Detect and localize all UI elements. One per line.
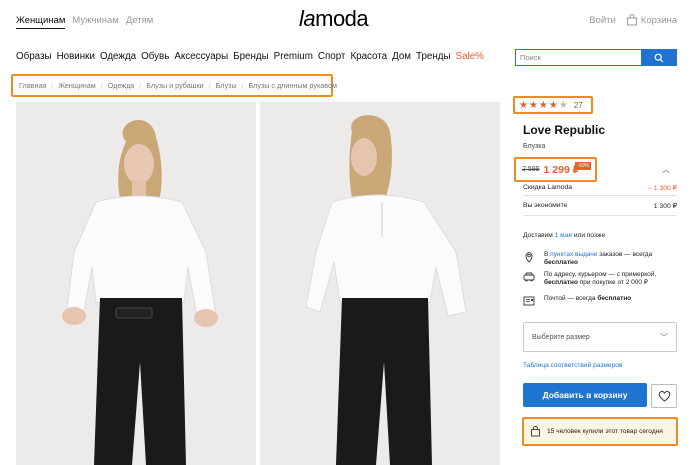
shopping-bag-icon — [531, 426, 540, 437]
size-table-link[interactable]: Таблица соответствий размеров — [523, 362, 622, 369]
search-input[interactable]: Поиск — [516, 50, 641, 65]
car-icon — [523, 272, 535, 282]
breadcrumb-long-sleeve[interactable]: Блузы с длинным рукавом — [249, 81, 337, 90]
heart-icon — [658, 390, 670, 402]
add-to-cart-button[interactable]: Добавить в корзину — [523, 383, 647, 407]
search-icon — [654, 53, 663, 62]
main-nav: Образы Новинки Одежда Обувь Аксессуары Б… — [16, 51, 484, 62]
breadcrumb-separator: / — [100, 81, 103, 90]
gender-tabs: Женщинам Мужчинам Детям — [16, 15, 153, 29]
delivery-suffix: или позже — [573, 232, 606, 239]
breadcrumb-home[interactable]: Главная — [19, 81, 46, 90]
delivery-option-pickup: В пунктах выдачи заказов — всегда бесплат… — [523, 251, 683, 267]
favorite-button[interactable] — [651, 384, 677, 408]
divider — [523, 215, 677, 216]
breadcrumb-women[interactable]: Женщинам — [58, 81, 95, 90]
savings-label: Вы экономите — [523, 202, 568, 209]
savings-value: 1 300 ₽ — [653, 203, 677, 210]
size-select-placeholder: Выберите размер — [532, 333, 590, 341]
breadcrumb-blouses[interactable]: Блузы — [216, 81, 237, 90]
nav-item-brands[interactable]: Бренды — [233, 51, 269, 62]
delivery-prefix: Доставим — [523, 232, 553, 239]
product-rating[interactable]: ★★★★★ 27 — [513, 96, 593, 114]
nav-item-new[interactable]: Новинки — [57, 51, 95, 62]
post-text: Почтой — всегда — [544, 295, 596, 302]
old-price: 2 599 — [522, 166, 540, 173]
post-free: бесплатно — [597, 295, 632, 302]
breadcrumb: Главная / Женщинам / Одежда / Блузы и рубаш… — [11, 74, 337, 97]
product-photo-front[interactable] — [16, 102, 256, 465]
header-actions: Войти Корзина — [589, 14, 677, 26]
nav-item-accessories[interactable]: Аксессуары — [174, 51, 228, 62]
login-link[interactable]: Войти — [589, 15, 616, 26]
delivery-date: Доставим 1 мая или позже — [523, 232, 605, 239]
discount-badge: -50% — [575, 162, 591, 170]
tab-men[interactable]: Мужчинам — [72, 15, 118, 29]
nav-item-trends[interactable]: Тренды — [416, 51, 451, 62]
bag-icon — [626, 14, 637, 26]
nav-item-clothes[interactable]: Одежда — [100, 51, 136, 62]
pickup-text: заказов — всегда — [599, 251, 653, 258]
courier-tail: при покупке от 2 000 ₽ — [579, 279, 648, 286]
nav-item-premium[interactable]: Premium — [274, 51, 313, 62]
search-button[interactable] — [641, 50, 676, 65]
pickup-free: бесплатно — [544, 259, 578, 266]
product-photo-back[interactable] — [260, 102, 500, 465]
discount-value: – 1 300 ₽ — [648, 185, 677, 192]
breadcrumb-separator: / — [139, 81, 142, 90]
search-bar: Поиск — [515, 49, 677, 66]
nav-item-beauty[interactable]: Красота — [350, 51, 387, 62]
top-bar: Женщинам Мужчинам Детям lamoda Войти Кор… — [0, 0, 695, 40]
breadcrumb-clothes[interactable]: Одежда — [108, 81, 135, 90]
breadcrumb-separator: / — [208, 81, 211, 90]
courier-text: По адресу, курьером — с примеркой, — [544, 271, 657, 278]
current-price: 1 299 ₽ — [543, 163, 580, 176]
size-select[interactable]: Выберите размер ﹀ — [523, 322, 677, 352]
filled-stars: ★★★★ — [519, 99, 559, 111]
nav-item-sale[interactable]: Sale% — [456, 51, 484, 62]
review-count: 27 — [573, 100, 583, 110]
popularity-text: 15 человек купили этот товар сегодня — [547, 428, 663, 435]
courier-free: бесплатно — [544, 279, 578, 286]
breadcrumb-separator: / — [241, 81, 244, 90]
tab-kids[interactable]: Детям — [126, 15, 153, 29]
breadcrumb-separator: / — [51, 81, 54, 90]
model-back-image — [260, 102, 500, 465]
cart-label: Корзина — [640, 14, 677, 26]
rating-stars: ★★★★★ — [519, 100, 569, 111]
delivery-date-link[interactable]: 1 мая — [555, 232, 572, 239]
delivery-option-post: Почтой — всегда бесплатно — [523, 295, 683, 307]
nav-item-shoes[interactable]: Обувь — [141, 51, 169, 62]
nav-item-sport[interactable]: Спорт — [318, 51, 346, 62]
chevron-down-icon: ﹀ — [660, 332, 668, 342]
popularity-notice: 15 человек купили этот товар сегодня — [522, 417, 678, 446]
lamoda-logo[interactable]: lamoda — [299, 6, 369, 32]
cart-link[interactable]: Корзина — [626, 14, 677, 26]
product-type: Блузка — [523, 143, 546, 150]
product-brand[interactable]: Love Republic — [523, 123, 605, 137]
discount-row: Скидка Lamoda – 1 300 ₽ — [523, 184, 677, 192]
delivery-option-courier: По адресу, курьером — с примеркой, беспла… — [523, 271, 683, 287]
price-block: 2 599 1 299 ₽ -50% — [514, 157, 597, 182]
empty-star: ★ — [558, 99, 569, 111]
model-front-image — [16, 102, 256, 465]
nav-item-home[interactable]: Дом — [392, 51, 411, 62]
pickup-points-link[interactable]: пунктах выдачи — [550, 251, 597, 258]
nav-item-looks[interactable]: Образы — [16, 51, 52, 62]
discount-label: Скидка Lamoda — [523, 184, 572, 191]
tab-women[interactable]: Женщинам — [16, 15, 66, 29]
map-pin-icon — [525, 252, 533, 263]
breadcrumb-blouses-shirts[interactable]: Блузы и рубашки — [146, 81, 203, 90]
savings-row: Вы экономите 1 300 ₽ — [523, 202, 677, 210]
divider — [523, 195, 677, 196]
pickup-pre: В — [544, 251, 549, 258]
mail-icon — [523, 296, 535, 306]
chevron-up-icon[interactable]: ︿ — [662, 164, 670, 175]
